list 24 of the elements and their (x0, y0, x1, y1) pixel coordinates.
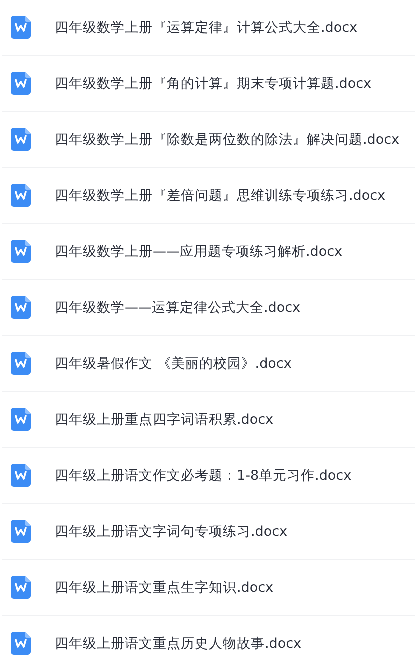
file-name[interactable]: 四年级数学上册——应用题专项练习解析.docx (55, 242, 343, 260)
document-icon (11, 408, 31, 431)
document-icon (11, 520, 31, 543)
document-icon (11, 296, 31, 319)
file-name[interactable]: 四年级上册语文重点历史人物故事.docx (55, 634, 302, 652)
document-icon (11, 184, 31, 207)
file-name[interactable]: 四年级暑假作文 《美丽的校园》.docx (55, 354, 292, 372)
file-name[interactable]: 四年级数学上册『角的计算』期末专项计算题.docx (55, 74, 372, 92)
document-icon (11, 632, 31, 655)
file-name[interactable]: 四年级上册语文字词句专项练习.docx (55, 522, 288, 540)
file-name[interactable]: 四年级数学上册『除数是两位数的除法』解决问题.docx (55, 130, 400, 148)
file-name[interactable]: 四年级上册重点四字词语积累.docx (55, 410, 274, 428)
document-icon (11, 16, 31, 39)
document-icon (11, 240, 31, 263)
file-name[interactable]: 四年级数学上册『运算定律』计算公式大全.docx (55, 18, 358, 36)
document-icon (11, 72, 31, 95)
file-name[interactable]: 四年级数学——运算定律公式大全.docx (55, 298, 301, 316)
document-icon (11, 128, 31, 151)
document-icon (11, 352, 31, 375)
file-name[interactable]: 四年级上册语文重点生字知识.docx (55, 578, 274, 596)
document-icon (11, 464, 31, 487)
document-icon (11, 576, 31, 599)
file-name[interactable]: 四年级上册语文作文必考题：1-8单元习作.docx (55, 466, 352, 484)
file-name[interactable]: 四年级数学上册『差倍问题』思维训练专项练习.docx (55, 186, 386, 204)
